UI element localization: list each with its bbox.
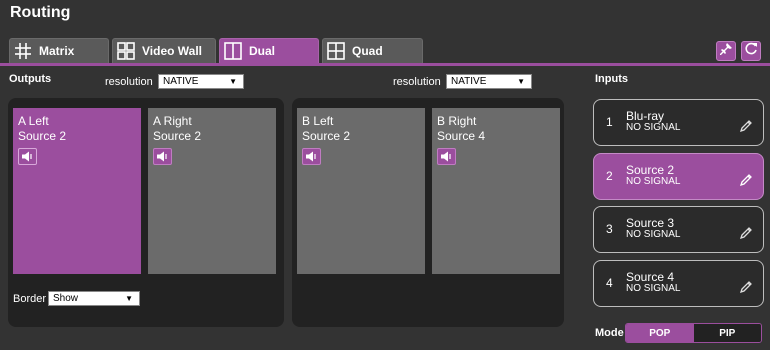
output-source: Source 2 <box>18 129 67 143</box>
input-item-3[interactable]: 3 Source 3 NO SIGNAL <box>593 206 764 253</box>
input-number: 3 <box>606 222 613 236</box>
pencil-icon[interactable] <box>739 280 753 294</box>
output-a-left[interactable]: A Left Source 2 <box>13 108 141 274</box>
inputs-heading: Inputs <box>595 73 628 85</box>
outputs-heading: Outputs <box>9 73 52 85</box>
mode-pip-button[interactable]: PIP <box>693 324 761 342</box>
input-name: Source 2 <box>626 163 675 177</box>
refresh-icon <box>744 42 758 60</box>
pencil-icon[interactable] <box>739 226 753 240</box>
input-number: 4 <box>606 276 613 290</box>
tab-underline <box>0 63 770 66</box>
pencil-icon[interactable] <box>739 119 753 133</box>
input-name: Blu-ray <box>626 109 665 123</box>
chevron-down-icon: ▼ <box>125 294 133 303</box>
input-status: NO SIGNAL <box>626 122 681 133</box>
input-item-2[interactable]: 2 Source 2 NO SIGNAL <box>593 153 764 200</box>
output-name: B Left <box>302 114 334 128</box>
resolution-select-b[interactable]: NATIVE ▼ <box>446 74 532 89</box>
resolution-value: NATIVE <box>163 76 199 87</box>
quad-grid-icon <box>326 41 346 61</box>
tab-label: Video Wall <box>142 44 203 58</box>
output-b-right[interactable]: B Right Source 4 <box>432 108 560 274</box>
input-name: Source 4 <box>626 270 675 284</box>
input-number: 1 <box>606 115 613 129</box>
input-item-4[interactable]: 4 Source 4 NO SIGNAL <box>593 260 764 307</box>
input-name: Source 3 <box>626 216 675 230</box>
border-select[interactable]: Show ▼ <box>48 291 140 306</box>
speaker-icon[interactable] <box>18 148 37 165</box>
speaker-icon[interactable] <box>437 148 456 165</box>
mode-toggle: POP PIP <box>625 323 762 343</box>
input-item-1[interactable]: 1 Blu-ray NO SIGNAL <box>593 99 764 146</box>
border-label: Border <box>13 293 47 305</box>
output-name: A Right <box>153 114 192 128</box>
border-value: Show <box>53 293 79 304</box>
output-source: Source 2 <box>302 129 351 143</box>
pencil-icon[interactable] <box>739 173 753 187</box>
tab-label: Matrix <box>39 44 75 58</box>
resolution-label-a: resolution <box>105 76 153 88</box>
output-source: Source 4 <box>437 129 486 143</box>
input-status: NO SIGNAL <box>626 229 681 240</box>
output-name: B Right <box>437 114 477 128</box>
resolution-select-a[interactable]: NATIVE ▼ <box>158 74 244 89</box>
input-number: 2 <box>606 169 613 183</box>
input-status: NO SIGNAL <box>626 283 681 294</box>
output-name: A Left <box>18 114 49 128</box>
output-b-left[interactable]: B Left Source 2 <box>297 108 425 274</box>
mode-label: Mode <box>595 327 624 339</box>
tab-quad[interactable]: Quad <box>322 38 423 63</box>
resolution-value: NATIVE <box>451 76 487 87</box>
chevron-down-icon: ▼ <box>229 77 237 86</box>
tab-label: Dual <box>249 44 276 58</box>
speaker-icon[interactable] <box>153 148 172 165</box>
tab-dual[interactable]: Dual <box>219 38 319 63</box>
tab-label: Quad <box>352 44 383 58</box>
resolution-label-b: resolution <box>393 76 441 88</box>
pin-button[interactable] <box>716 41 736 61</box>
page-title: Routing <box>10 4 71 21</box>
output-source: Source 2 <box>153 129 202 143</box>
refresh-button[interactable] <box>741 41 761 61</box>
output-a-right[interactable]: A Right Source 2 <box>148 108 276 274</box>
dual-split-icon <box>223 41 243 61</box>
tab-matrix[interactable]: Matrix <box>9 38 109 63</box>
matrix-grid-icon <box>13 41 33 61</box>
pin-icon <box>719 42 732 60</box>
input-status: NO SIGNAL <box>626 176 681 187</box>
mode-pop-button[interactable]: POP <box>626 324 694 342</box>
tab-video-wall[interactable]: Video Wall <box>112 38 216 63</box>
video-wall-icon <box>116 41 136 61</box>
chevron-down-icon: ▼ <box>517 77 525 86</box>
speaker-icon[interactable] <box>302 148 321 165</box>
